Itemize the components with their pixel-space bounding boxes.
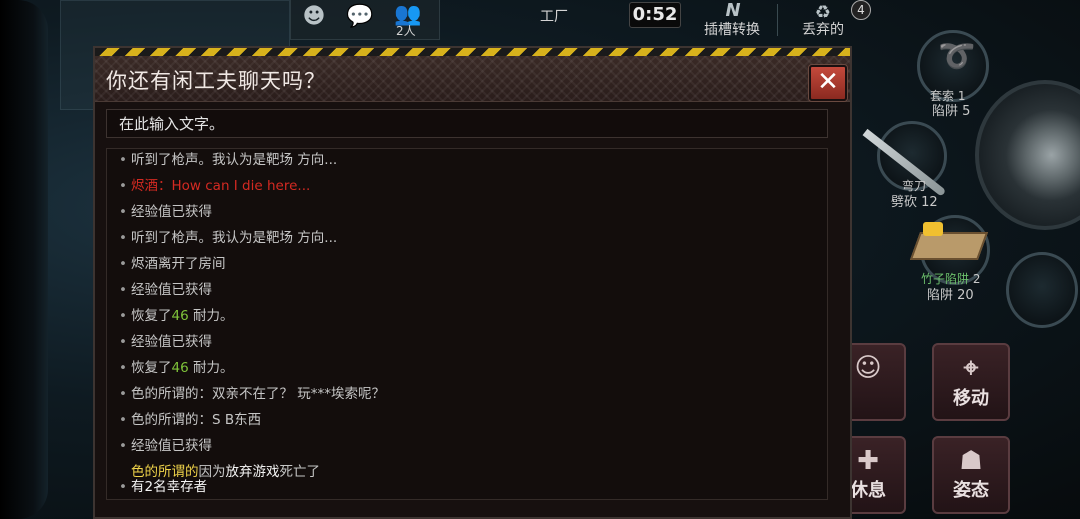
cheese-icon [923, 222, 943, 236]
slot-switch-label[interactable]: 插槽转换 [704, 19, 760, 39]
chat-message: • 经验值已获得 [119, 204, 212, 220]
chat-message: • 色的所谓的：双亲不在了？ 玩***埃索呢？ [119, 386, 386, 402]
bamboo-trap-icon [909, 232, 989, 260]
chat-modal-header: 你还有闲工夫聊天吗？ ✕ [95, 56, 850, 102]
machete-stat: 劈砍 12 [891, 195, 938, 210]
chat-modal: 你还有闲工夫聊天吗？ ✕ •听到了枪声。我认为是靶场 方向... •烬酒：How… [93, 46, 852, 519]
rope-icon: ➰ [938, 39, 976, 74]
chat-input[interactable] [106, 109, 828, 138]
chat-message: • 经验值已获得 [119, 334, 212, 350]
survivors-notice: • 有2名幸存者 [119, 479, 208, 495]
emoji-icon[interactable]: ☻ [301, 4, 327, 29]
dial-control[interactable] [975, 80, 1080, 230]
pose-icon: ☗ [959, 446, 983, 476]
slot-switch-icon[interactable]: N [720, 0, 746, 21]
chat-modal-title: 你还有闲工夫聊天吗？ [106, 69, 326, 93]
rest-label: 休息 [850, 480, 886, 501]
chat-message: • 经验值已获得 [119, 438, 212, 454]
move-button[interactable]: ⌖ 移动 [932, 343, 1010, 421]
discard-label[interactable]: 丢弃的 [802, 19, 844, 39]
map-pin-icon: ⌖ [963, 353, 979, 383]
move-label: 移动 [953, 388, 989, 409]
players-count: 2人 [396, 24, 416, 38]
chat-message: • 恢复了46 耐力。 [119, 360, 234, 376]
discard-count-badge: 4 [851, 0, 871, 20]
screen-edge [0, 0, 48, 519]
hud-divider [777, 4, 778, 36]
chat-message: • 恢复了46 耐力。 [119, 308, 234, 324]
chat-message: • 色的所谓的：S B东西 [119, 412, 262, 428]
chat-message: • 经验值已获得 [119, 282, 212, 298]
hazard-stripe [95, 48, 850, 56]
match-timer: 0:52 [629, 2, 681, 28]
area-name: 工厂 [540, 9, 568, 25]
chat-message: • 烬酒：How can I die here... [119, 178, 311, 194]
close-button[interactable]: ✕ [809, 65, 847, 101]
pose-label: 姿态 [953, 480, 989, 501]
rope-stat: 陷阱 5 [932, 104, 971, 119]
inventory-slot-empty[interactable] [1006, 252, 1078, 328]
top-hud: ☻ 💬 👥 2人 工厂 0:52 N 插槽转换 ♻ 丢弃的 4 [290, 0, 880, 40]
close-icon: ✕ [817, 67, 839, 97]
chat-message: • 烬酒离开了房间 [119, 256, 226, 272]
chat-log[interactable]: • 听到了枪声。我认为是靶场 方向... • 烬酒：How can I die he… [106, 148, 828, 500]
chat-message: • 听到了枪声。我认为是靶场 方向... [119, 152, 338, 168]
pose-button[interactable]: ☗ 姿态 [932, 436, 1010, 514]
chat-bubble-icon[interactable]: 💬 [345, 4, 375, 29]
chat-message: • 听到了枪声。我认为是靶场 方向... [119, 230, 338, 246]
trap-stat: 陷阱 20 [927, 288, 974, 303]
